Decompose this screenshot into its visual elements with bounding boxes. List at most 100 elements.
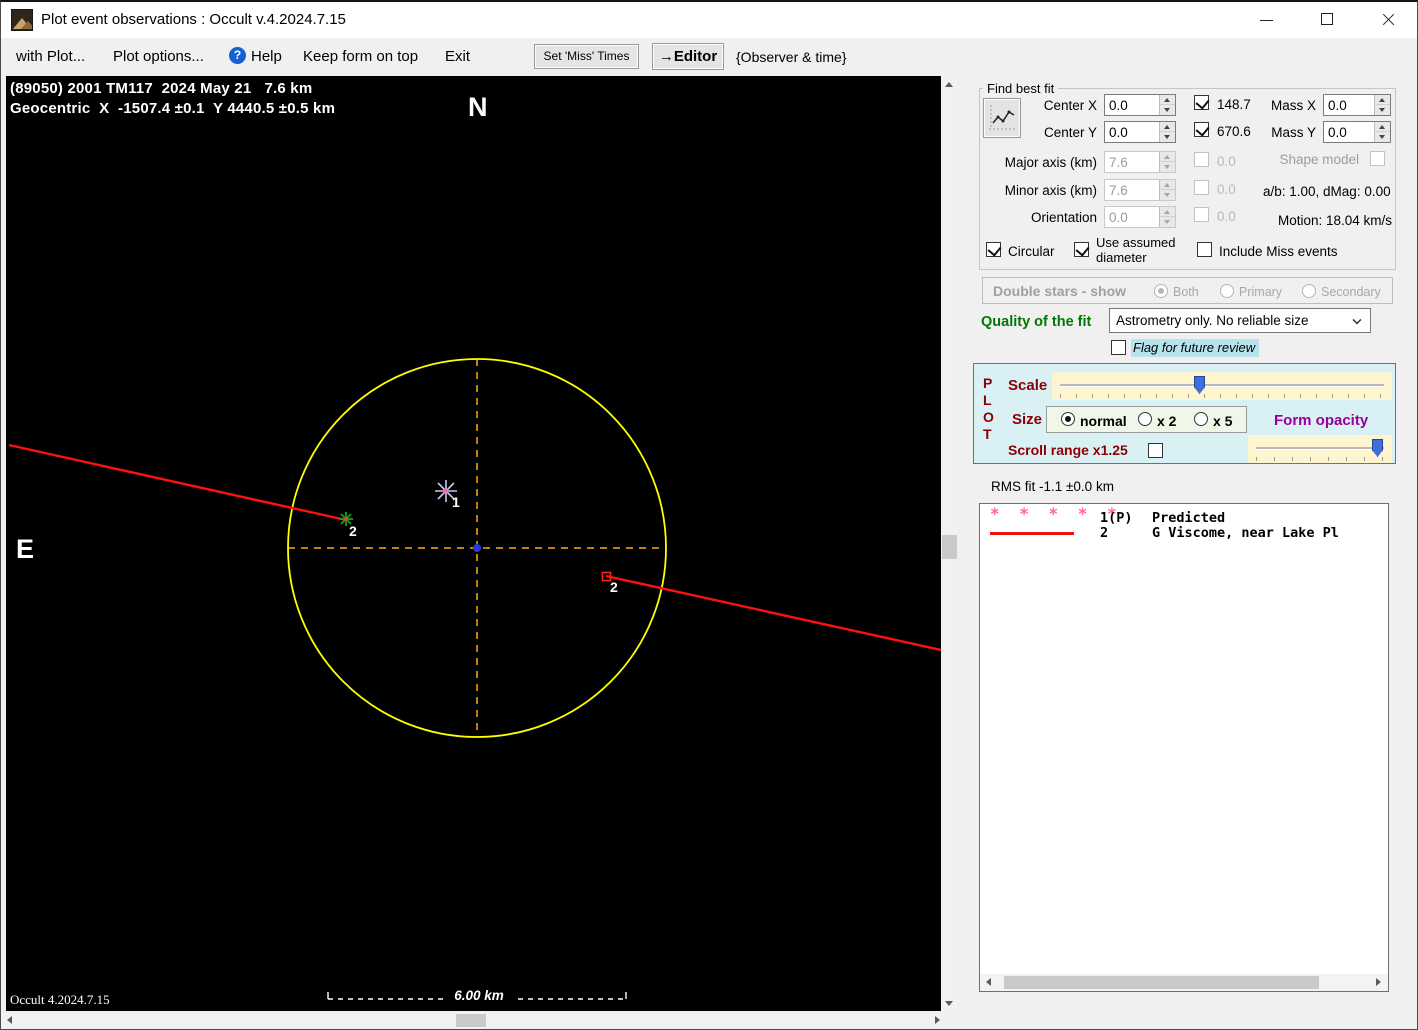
scroll-left-icon[interactable] [986,978,991,986]
center-y-value[interactable]: 0.0 [1109,125,1128,140]
plot-vscroll-thumb[interactable] [942,535,957,559]
menu-help[interactable]: Help [251,48,282,65]
form-opacity-slider-thumb[interactable] [1372,439,1383,457]
title-bar: Plot event observations : Occult v.4.202… [1,2,1417,38]
menu-exit[interactable]: Exit [445,48,470,65]
major-axis-value: 7.6 [1109,155,1128,170]
mass-y-value[interactable]: 0.0 [1328,125,1347,140]
size-radio-group: normal x 2 x 5 [1046,406,1247,433]
size-normal-radio[interactable] [1061,412,1075,426]
center-x-value[interactable]: 0.0 [1109,98,1128,113]
size-normal-label: normal [1080,413,1127,429]
size-x2-radio[interactable] [1138,412,1152,426]
include-miss-events-checkbox[interactable] [1197,242,1212,257]
scroll-right-icon[interactable] [935,1016,940,1024]
scroll-right-icon[interactable] [1376,978,1381,986]
minor-axis-value: 7.6 [1109,183,1128,198]
center-y-spinner[interactable]: 0.0 [1104,121,1176,143]
center-x-spinner[interactable]: 0.0 [1104,94,1176,116]
circular-label: Circular [1008,244,1055,259]
spin-down-icon[interactable] [1160,105,1175,115]
major-axis-fit-value: 0.0 [1217,154,1236,169]
mass-x-spinner[interactable]: 0.0 [1323,94,1391,116]
minimize-button[interactable] [1250,8,1284,32]
scroll-range-checkbox[interactable] [1148,443,1163,458]
size-label: Size [1012,411,1043,428]
size-x5-radio[interactable] [1194,412,1208,426]
observer-legend-list[interactable]: * * * * * 1(P) Predicted 2 G Viscome, ne… [979,503,1389,992]
legend-hscroll-thumb[interactable] [1004,976,1319,989]
minor-axis-label: Minor axis (km) [1004,183,1097,198]
plot-title-line2: Geocentric X -1507.4 ±0.1 Y 4440.5 ±0.5 … [10,100,336,117]
mass-x-label: Mass X [1270,98,1316,113]
minimize-icon [1260,20,1273,21]
quality-of-fit-value: Astrometry only. No reliable size [1116,313,1309,328]
flag-review-checkbox[interactable] [1111,340,1126,355]
spin-down-icon[interactable] [1160,132,1175,142]
circular-checkbox[interactable] [986,242,1001,257]
minor-axis-fit-checkbox [1194,180,1209,195]
orientation-label: Orientation [1030,210,1097,225]
legend-entry-name[interactable]: Predicted [1152,510,1225,526]
chord-segment-pre [8,443,347,522]
fit-y-value-label: 670.6 [1217,124,1251,139]
spin-down-icon[interactable] [1375,105,1390,115]
set-miss-times-button[interactable]: Set 'Miss' Times [534,44,639,69]
scroll-up-icon[interactable] [945,82,953,87]
orientation-value: 0.0 [1109,210,1128,225]
scale-slider-thumb[interactable] [1194,376,1205,394]
shape-model-label: Shape model [1279,152,1359,167]
plot-horizontal-scrollbar[interactable] [1,1012,948,1029]
spin-down-icon[interactable] [1375,132,1390,142]
double-stars-secondary-radio [1302,284,1316,298]
observer-time-label: {Observer & time} [736,49,847,65]
size-x5-label: x 5 [1213,413,1233,429]
major-axis-fit-checkbox [1194,152,1209,167]
window-title: Plot event observations : Occult v.4.202… [41,11,346,28]
menu-with-plot[interactable]: with Plot... [16,48,85,65]
menu-keep-on-top[interactable]: Keep form on top [303,48,418,65]
spin-up-icon[interactable] [1160,95,1175,105]
mass-y-spinner[interactable]: 0.0 [1323,121,1391,143]
use-assumed-diameter-checkbox[interactable] [1074,242,1089,257]
menu-plot-options[interactable]: Plot options... [113,48,204,65]
run-fit-button[interactable] [983,98,1021,138]
spin-up-icon[interactable] [1375,122,1390,132]
double-stars-label: Double stars - show [993,283,1127,299]
rms-fit-label: RMS fit -1.1 ±0.0 km [991,479,1114,494]
marker2-left-number: 2 [349,523,357,539]
plot-letter-o: O [983,409,994,425]
plot-vertical-scrollbar[interactable] [941,76,958,1012]
legend-horizontal-scrollbar[interactable] [980,974,1388,991]
double-stars-both-label: Both [1173,285,1199,299]
legend-entry-id[interactable]: 2 [1100,525,1108,541]
double-stars-primary-label: Primary [1239,285,1283,299]
plot-title-line1: (89050) 2001 TM117 2024 May 21 7.6 km [10,80,313,97]
size-x2-label: x 2 [1157,413,1177,429]
shape-model-checkbox [1370,151,1385,166]
legend-entry-id[interactable]: 1(P) [1100,510,1133,526]
north-label: N [468,92,488,122]
occultation-plot-canvas[interactable]: (89050) 2001 TM117 2024 May 21 7.6 km Ge… [6,76,941,1011]
quality-of-fit-dropdown[interactable]: Astrometry only. No reliable size [1109,308,1371,333]
plot-hscroll-thumb[interactable] [456,1014,486,1027]
spin-up-icon[interactable] [1160,122,1175,132]
close-button[interactable] [1371,8,1405,32]
form-opacity-slider[interactable] [1248,435,1392,463]
legend-entry-name[interactable]: G Viscome, near Lake Pl [1152,525,1339,541]
scroll-down-icon[interactable] [945,1001,953,1006]
chevron-down-icon [1352,315,1362,325]
fit-y-checkbox[interactable] [1194,122,1209,137]
help-icon[interactable]: ? [229,47,246,64]
chord-segment-post [605,574,941,652]
spin-up-icon[interactable] [1375,95,1390,105]
use-assumed-label-line2: diameter [1096,250,1147,265]
mass-x-value[interactable]: 0.0 [1328,98,1347,113]
fit-x-value-label: 148.7 [1217,97,1251,112]
editor-button[interactable]: →Editor [652,43,724,70]
maximize-button[interactable] [1311,8,1345,32]
east-label: E [16,534,35,564]
scroll-left-icon[interactable] [7,1016,12,1024]
scale-slider[interactable] [1052,372,1392,400]
fit-x-checkbox[interactable] [1194,95,1209,110]
